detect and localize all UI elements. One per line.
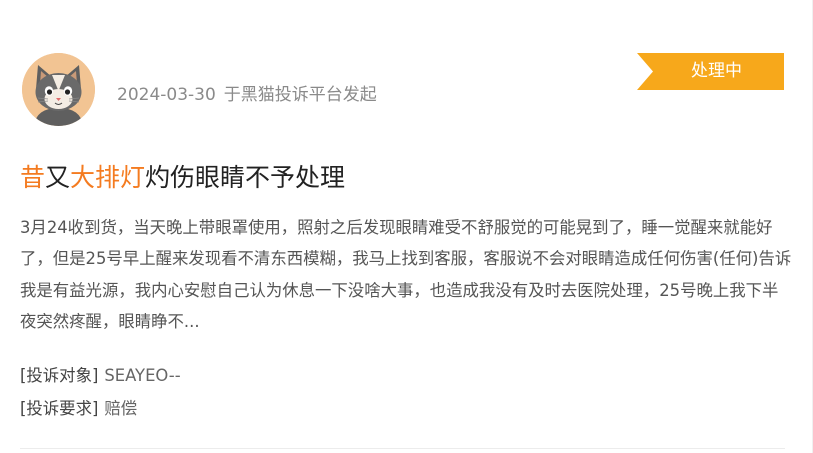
complaint-target-row: [投诉对象] SEAYEO-- (20, 362, 181, 386)
complaint-description: 3月24收到货，当天晚上带眼罩使用，照射之后发现眼睛难受不舒服觉的可能晃到了，睡… (20, 218, 792, 331)
bottom-divider (20, 448, 785, 449)
user-avatar[interactable] (22, 53, 95, 126)
demand-value: 赔偿 (104, 399, 138, 418)
target-value: SEAYEO-- (104, 366, 181, 385)
complaint-date: 2024-03-30 (117, 85, 216, 105)
title-part-d: 灼伤眼睛不予处理 (145, 163, 346, 192)
target-label: [投诉对象] (20, 366, 99, 385)
title-part-a: 昔 (20, 163, 46, 192)
cat-avatar-icon (22, 53, 95, 126)
title-part-c: 大排灯 (70, 163, 146, 192)
demand-label: [投诉要求] (20, 399, 99, 418)
complaint-card[interactable]: 2024-03-30 于黑猫投诉平台发起 处理中 昔又大排灯灼伤眼睛不予处理 3月… (0, 0, 813, 453)
complaint-title[interactable]: 昔又大排灯灼伤眼睛不予处理 (20, 160, 345, 196)
status-badge: 处理中 (637, 53, 784, 90)
complaint-demand-row: [投诉要求] 赔偿 (20, 395, 137, 419)
complaint-meta: 2024-03-30 于黑猫投诉平台发起 (117, 80, 377, 105)
platform-text: 于黑猫投诉平台发起 (223, 85, 377, 105)
title-part-b: 又 (45, 163, 71, 192)
